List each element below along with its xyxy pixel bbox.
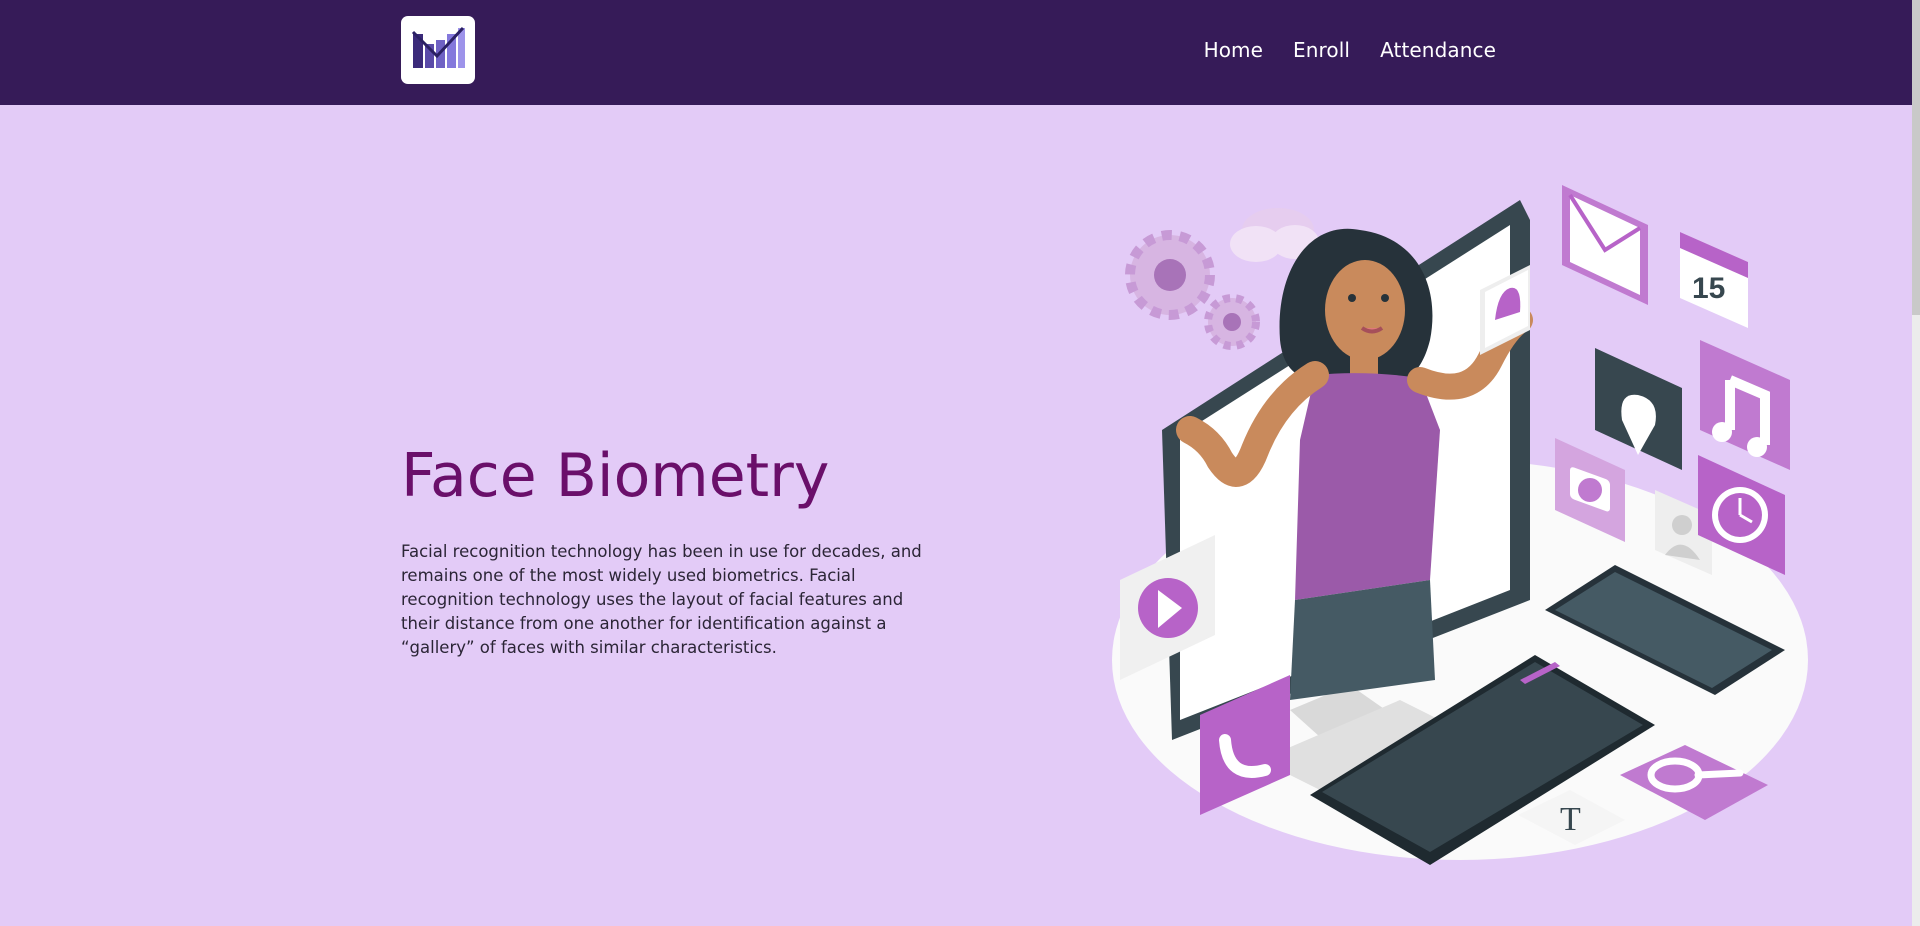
hero-illustration: 15 T <box>1112 185 1808 865</box>
calendar-icon: 15 <box>1680 232 1748 328</box>
mail-icon <box>1562 185 1648 305</box>
scrollbar-thumb[interactable] <box>1912 0 1920 315</box>
hero-title: Face Biometry <box>401 441 830 511</box>
page: Home Enroll Attendance Face Biometry Fac… <box>0 0 1920 926</box>
location-pin-icon <box>1595 348 1682 470</box>
nav-home-link[interactable]: Home <box>1204 38 1263 62</box>
nav-attendance-link[interactable]: Attendance <box>1380 38 1496 62</box>
navbar: Home Enroll Attendance <box>0 0 1912 105</box>
calendar-day-label: 15 <box>1692 272 1725 305</box>
logo[interactable] <box>401 16 475 84</box>
nav-enroll-link[interactable]: Enroll <box>1293 38 1350 62</box>
logo-mark-icon <box>411 26 465 68</box>
music-note-icon <box>1700 340 1790 470</box>
main-nav: Home Enroll Attendance <box>1204 0 1496 100</box>
text-key-label: T <box>1560 801 1581 838</box>
hero-description: Facial recognition technology has been i… <box>401 542 922 657</box>
scrollbar[interactable] <box>1912 0 1920 926</box>
